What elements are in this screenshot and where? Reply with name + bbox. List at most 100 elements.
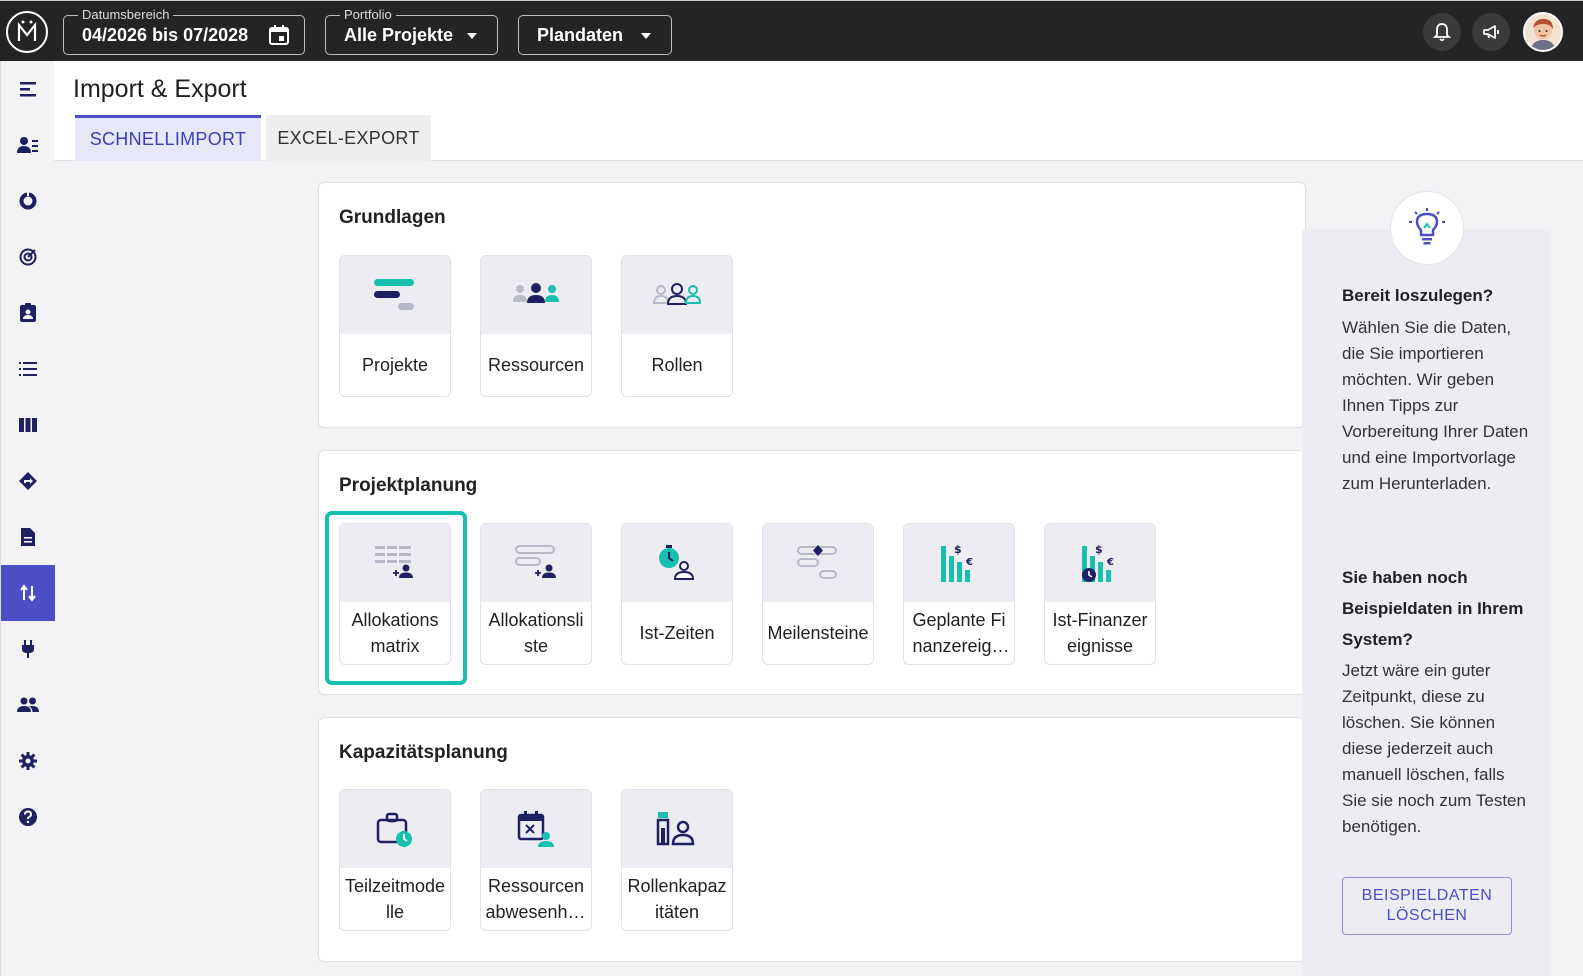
section-basics: Grundlagen Projekte Ressourcen Rollen [318, 182, 1306, 428]
section-title: Kapazitätsplanung [339, 742, 508, 763]
calendar-icon[interactable] [268, 24, 290, 51]
donut-chart-icon [19, 192, 37, 210]
bell-icon [1433, 23, 1451, 42]
planned-finance-icon: $ € [904, 524, 1014, 602]
sidebar-item-goals[interactable] [1, 229, 55, 285]
tab-quick-import[interactable]: SCHNELLIMPORT [75, 115, 261, 161]
avatar[interactable] [1523, 12, 1563, 52]
actual-times-icon [622, 524, 732, 602]
tile-resources[interactable]: Ressourcen [480, 255, 592, 397]
tile-label: Ressourcen [487, 355, 585, 375]
actual-finance-icon: $ € [1045, 524, 1155, 602]
page-title: Import & Export [73, 75, 247, 103]
section-title: Grundlagen [339, 207, 446, 228]
tips-heading-sample-data: Sie haben noch Beispieldaten in Ihrem Sy… [1342, 568, 1524, 649]
person-list-icon [17, 137, 38, 153]
svg-text:$: $ [1095, 543, 1103, 556]
section-title: Projektplanung [339, 475, 478, 496]
svg-text:€: € [965, 557, 973, 568]
tile-label: Rollenkapazitäten [627, 876, 727, 922]
date-range-field[interactable]: Datumsbereich 04/2026 bis 07/2028 [63, 7, 305, 55]
tile-label: Meilensteine [767, 623, 869, 643]
target-icon [19, 248, 37, 266]
tips-text-sample-data: Jetzt wäre ein guter Zeitpunkt, diese zu… [1342, 661, 1526, 836]
tile-milestones[interactable]: Meilensteine [762, 523, 874, 665]
date-range-label: Datumsbereich [78, 7, 174, 22]
tile-label: Teilzeitmodelle [344, 876, 446, 922]
portfolio-label: Portfolio [340, 7, 396, 22]
plan-data-select[interactable]: Plandaten [518, 15, 672, 55]
roles-icon [622, 256, 732, 334]
clipboard-person-icon [20, 303, 36, 322]
tile-actual-times[interactable]: Ist-Zeiten [621, 523, 733, 665]
sidebar-item-integrations[interactable] [1, 621, 55, 677]
tile-planned-finance[interactable]: $€ Geplante Finanzereignisse [903, 523, 1015, 665]
absence-icon [481, 790, 591, 868]
sidebar-item-settings[interactable] [1, 733, 55, 789]
sidebar-item-help[interactable] [1, 789, 55, 845]
selection-highlight [325, 511, 467, 685]
sidebar-item-list[interactable] [1, 341, 55, 397]
sidebar-item-roadmap[interactable] [1, 453, 55, 509]
columns-icon [19, 418, 37, 432]
top-bar: Datumsbereich 04/2026 bis 07/2028 Portfo… [0, 0, 1583, 61]
sidebar [0, 61, 55, 976]
tile-label: Ist-Zeiten [639, 623, 715, 643]
tile-allocation-list[interactable]: Allokationsliste [480, 523, 592, 665]
document-icon [21, 528, 35, 546]
tab-excel-export[interactable]: EXCEL-EXPORT [266, 115, 431, 161]
tile-label: Rollen [651, 355, 703, 375]
portfolio-value: Alle Projekte [344, 25, 454, 45]
tile-resource-absences[interactable]: Ressourcenabwesenheiten [480, 789, 592, 931]
roadmap-diamond-icon [19, 472, 37, 490]
import-export-icon [20, 584, 36, 602]
tile-roles[interactable]: Rollen [621, 255, 733, 397]
announcements-button[interactable] [1472, 13, 1510, 51]
date-range-value: 04/2026 bis 07/2028 [82, 25, 249, 45]
plug-icon [22, 640, 34, 658]
sidebar-item-board[interactable] [1, 397, 55, 453]
lightbulb-icon [1390, 191, 1464, 265]
tile-role-capacities[interactable]: Rollenkapazitäten [621, 789, 733, 931]
tile-label: Ist-Finanzereignisse [1052, 610, 1148, 656]
tile-label: Ressourcenabwesenheiten [485, 876, 587, 922]
app-logo[interactable] [6, 11, 48, 53]
people-icon [17, 697, 39, 712]
tile-label: Geplante Finanzereignisse [912, 610, 1006, 656]
menu-icon [20, 82, 36, 97]
section-capacity-planning: Kapazitätsplanung Teilzeitmodelle Ressou… [318, 717, 1306, 962]
milestones-icon [763, 524, 873, 602]
chevron-down-icon [641, 33, 651, 39]
sidebar-item-users[interactable] [1, 677, 55, 733]
tips-panel: Bereit loszulegen? Wählen Sie die Daten,… [1302, 229, 1551, 976]
sidebar-item-import-export[interactable] [1, 565, 55, 621]
sidebar-item-assignments[interactable] [1, 285, 55, 341]
gear-icon [19, 752, 37, 770]
notifications-button[interactable] [1423, 13, 1461, 51]
resources-icon [481, 256, 591, 334]
svg-text:€: € [1106, 557, 1114, 568]
tile-label: Projekte [361, 355, 429, 375]
tile-actual-finance[interactable]: $ € Ist-Finanzereignisse [1044, 523, 1156, 665]
sidebar-item-documents[interactable] [1, 509, 55, 565]
tile-part-time-models[interactable]: Teilzeitmodelle [339, 789, 451, 931]
tile-projects[interactable]: Projekte [339, 255, 451, 397]
svg-text:$: $ [954, 543, 962, 556]
sidebar-item-reports[interactable] [1, 173, 55, 229]
plan-data-value: Plandaten [537, 25, 624, 45]
allocation-list-icon [481, 524, 591, 602]
megaphone-icon [1483, 25, 1499, 39]
tile-label: Allokationsliste [488, 610, 584, 656]
tips-text-ready: Wählen Sie die Daten, die Sie importiere… [1342, 318, 1529, 493]
tips-heading-ready: Bereit loszulegen? [1342, 286, 1494, 305]
sidebar-item-menu[interactable] [1, 61, 55, 117]
sidebar-item-resources[interactable] [1, 117, 55, 173]
chevron-down-icon [467, 33, 477, 39]
role-capacity-icon [622, 790, 732, 868]
delete-sample-data-button[interactable]: BEISPIELDATEN LÖSCHEN [1342, 877, 1512, 935]
help-icon [19, 808, 37, 826]
portfolio-select[interactable]: Portfolio Alle Projekte [325, 7, 498, 55]
projects-icon [340, 256, 450, 334]
part-time-icon [340, 790, 450, 868]
page-header: Import & Export SCHNELLIMPORT EXCEL-EXPO… [54, 61, 1583, 161]
